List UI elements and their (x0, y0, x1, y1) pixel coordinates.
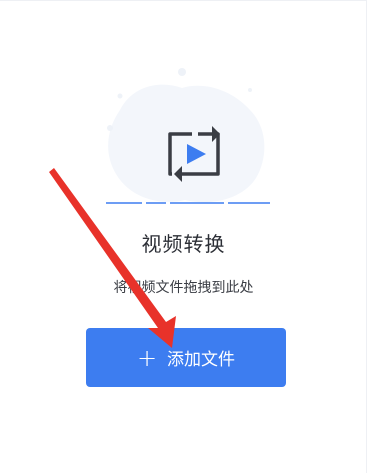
drop-hint: 将视频文件拖拽到此处 (113, 280, 254, 296)
video-convert-illustration (90, 62, 280, 212)
video-convert-icon (106, 68, 270, 204)
top-border (0, 0, 367, 1)
add-file-label: 添加文件 (167, 350, 236, 370)
add-file-button[interactable]: + 添加文件 (86, 328, 286, 387)
panel-title: 视频转换 (141, 232, 226, 256)
plus-icon: + (136, 343, 158, 372)
